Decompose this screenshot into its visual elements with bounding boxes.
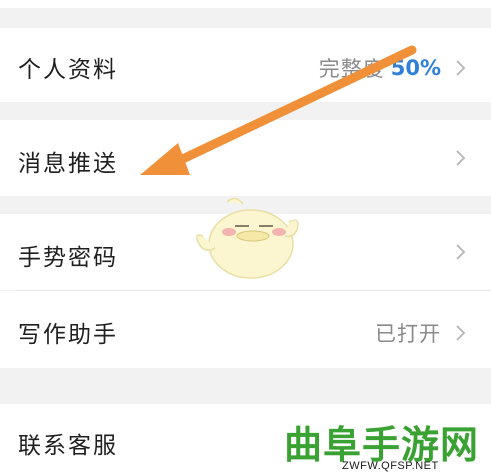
row-value-profile: 完整度 50%	[319, 53, 471, 83]
settings-row-push[interactable]: 消息推送	[0, 120, 491, 196]
profile-completeness-label: 完整度	[318, 57, 385, 81]
chevron-right-icon	[456, 150, 466, 166]
settings-row-assistant[interactable]: 写作助手 已打开	[0, 291, 491, 368]
row-label-gesture: 手势密码	[18, 245, 118, 271]
chevron-right-icon	[456, 325, 466, 341]
settings-screen: 个人资料 完整度 50% 消息推送 手势密码 写作助手 已打开 联系客服 曲阜手…	[0, 0, 491, 474]
row-label-profile: 个人资料	[18, 57, 118, 83]
row-chevron-push	[441, 147, 471, 169]
profile-completeness-percent: 50%	[390, 56, 441, 80]
top-row-edge	[0, 0, 491, 8]
settings-row-profile[interactable]: 个人资料 完整度 50%	[0, 28, 491, 102]
row-label-support: 联系客服	[18, 433, 118, 459]
chevron-right-icon	[456, 244, 466, 260]
assistant-status: 已打开	[375, 322, 441, 346]
row-label-push: 消息推送	[18, 151, 118, 177]
row-chevron-gesture	[441, 241, 471, 263]
chevron-right-icon	[456, 60, 466, 76]
row-label-assistant: 写作助手	[18, 322, 118, 348]
settings-row-gesture[interactable]: 手势密码	[0, 214, 491, 290]
settings-row-support[interactable]: 联系客服	[0, 404, 491, 474]
row-value-assistant: 已打开	[375, 318, 471, 348]
